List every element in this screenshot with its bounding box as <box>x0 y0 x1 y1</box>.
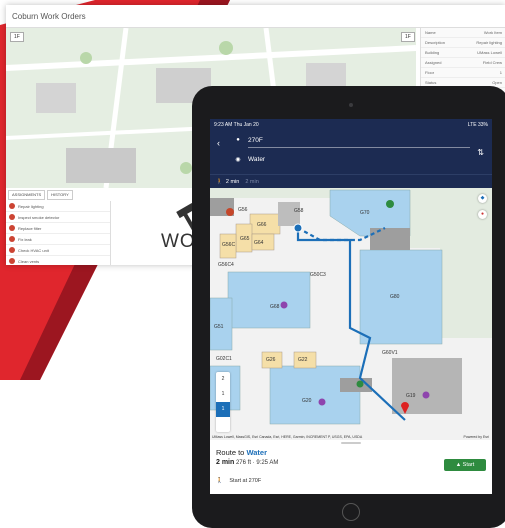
home-button[interactable] <box>342 503 360 521</box>
desktop-tabs: ASSIGNMENTS HISTORY <box>6 190 108 200</box>
status-dot-icon <box>9 214 15 220</box>
tab-assignments[interactable]: ASSIGNMENTS <box>8 190 46 200</box>
travel-mode-bar: 🚶 2 min 2 min <box>210 174 492 189</box>
room-label-g70: G70 <box>360 210 370 216</box>
indoor-map-graphic: G70 G68 G66 G65 G64 G56C G56 G56C4 G58 G… <box>210 188 492 440</box>
room-label-g22: G22 <box>298 357 308 363</box>
room-label-g66: G66 <box>257 222 267 228</box>
route-summary-panel: Route to Water 2 min 276 ft · 9:25 AM ▲ … <box>210 440 492 494</box>
room-label-g56c: G56C <box>222 242 235 248</box>
work-order-list: Repair lighting Inspect smoke detector R… <box>6 201 111 265</box>
room-label-g50: G50C3 <box>310 272 326 278</box>
camera-icon <box>349 103 353 107</box>
tab-history[interactable]: HISTORY <box>47 190 73 200</box>
floor-option-selected[interactable]: 1 <box>216 402 230 417</box>
room-label-g58: G58 <box>294 208 304 214</box>
list-item[interactable]: Repair lighting <box>6 201 110 212</box>
app-title: Coburn Work Orders <box>12 11 86 21</box>
room-label-g56: G56 <box>238 207 248 213</box>
powered-by[interactable]: Powered by Esri <box>464 435 489 439</box>
tablet-screen: 9:23 AM Thu Jan 20 LTE 33% ‹ ● 270F ◉ Wa… <box>210 119 492 494</box>
start-row: 🚶 Start at 270F <box>216 478 262 484</box>
compass-icon[interactable]: ◆ <box>478 194 487 203</box>
walk-icon: 🚶 <box>216 478 223 484</box>
detail-row: Description Repair lighting <box>421 38 505 48</box>
list-item[interactable]: Inspect smoke detector <box>6 212 110 223</box>
detail-row: Floor 1 <box>421 68 505 78</box>
floor-option[interactable]: 2 <box>216 372 230 387</box>
destination-pin-icon: ◉ <box>235 156 241 163</box>
floor-picker-button-right[interactable]: 1F <box>401 32 415 42</box>
divider <box>248 147 470 148</box>
status-dot-icon <box>9 258 15 264</box>
room-label-g19: G19 <box>406 393 416 399</box>
origin-field[interactable]: ● 270F <box>234 134 263 146</box>
detail-row: Name Work Item <box>421 28 505 38</box>
list-item[interactable]: Fix leak <box>6 234 110 245</box>
room-label-g60v1: G60V1 <box>382 350 398 356</box>
indoor-map[interactable]: G70 G68 G66 G65 G64 G56C G56 G56C4 G58 G… <box>210 188 492 440</box>
route-time: 2 min 276 ft · 9:25 AM <box>216 459 279 466</box>
room-label-g02c1: G02C1 <box>216 356 232 362</box>
status-time: 9:23 AM Thu Jan 20 <box>214 122 259 128</box>
mode-alt-time[interactable]: 2 min <box>245 179 258 185</box>
room-label-g64: G64 <box>254 240 264 246</box>
destination-field[interactable]: ◉ Water <box>234 153 265 165</box>
locate-icon[interactable]: ● <box>478 210 487 219</box>
status-dot-icon <box>9 225 15 231</box>
list-item[interactable]: Clean vents <box>6 256 110 265</box>
walk-icon: 🚶 <box>216 179 223 185</box>
room-label-g26: G26 <box>266 357 276 363</box>
map-attribution: UMass Lowell, MassGIS, Esri Canada, Esri… <box>212 435 363 439</box>
back-arrow-icon[interactable]: ‹ <box>217 138 220 148</box>
desktop-header: Coburn Work Orders <box>6 5 505 28</box>
room-label-g68: G68 <box>270 304 280 310</box>
floor-option[interactable]: 1 <box>216 387 230 402</box>
status-dot-icon <box>9 236 15 242</box>
mode-walk-time[interactable]: 2 min <box>226 179 239 185</box>
status-dot-icon <box>9 203 15 209</box>
room-label-g20: G20 <box>302 398 312 404</box>
list-item[interactable]: Replace filter <box>6 223 110 234</box>
swap-icon[interactable]: ⇅ <box>477 148 484 157</box>
route-title: Route to Water <box>216 448 268 457</box>
status-bar: 9:23 AM Thu Jan 20 LTE 33% <box>210 119 492 131</box>
floor-picker-button[interactable]: 1F <box>10 32 24 42</box>
room-label-g80: G80 <box>390 294 400 300</box>
room-label-g65: G65 <box>240 236 250 242</box>
route-header: ‹ ● 270F ◉ Water ⇅ <box>210 131 492 174</box>
status-right: LTE 33% <box>467 122 488 128</box>
room-label-g51: G51 <box>214 324 224 330</box>
drag-handle[interactable] <box>341 442 361 444</box>
start-button[interactable]: ▲ Start <box>444 459 486 471</box>
room-label-g56c4: G56C4 <box>218 262 234 268</box>
origin-dot-icon: ● <box>236 137 240 143</box>
floor-selector[interactable]: 2 1 1 <box>216 372 230 432</box>
detail-row: Building UMass Lowell <box>421 48 505 58</box>
status-dot-icon <box>9 247 15 253</box>
list-item[interactable]: Check HVAC unit <box>6 245 110 256</box>
detail-row: Assigned Field Crew <box>421 58 505 68</box>
